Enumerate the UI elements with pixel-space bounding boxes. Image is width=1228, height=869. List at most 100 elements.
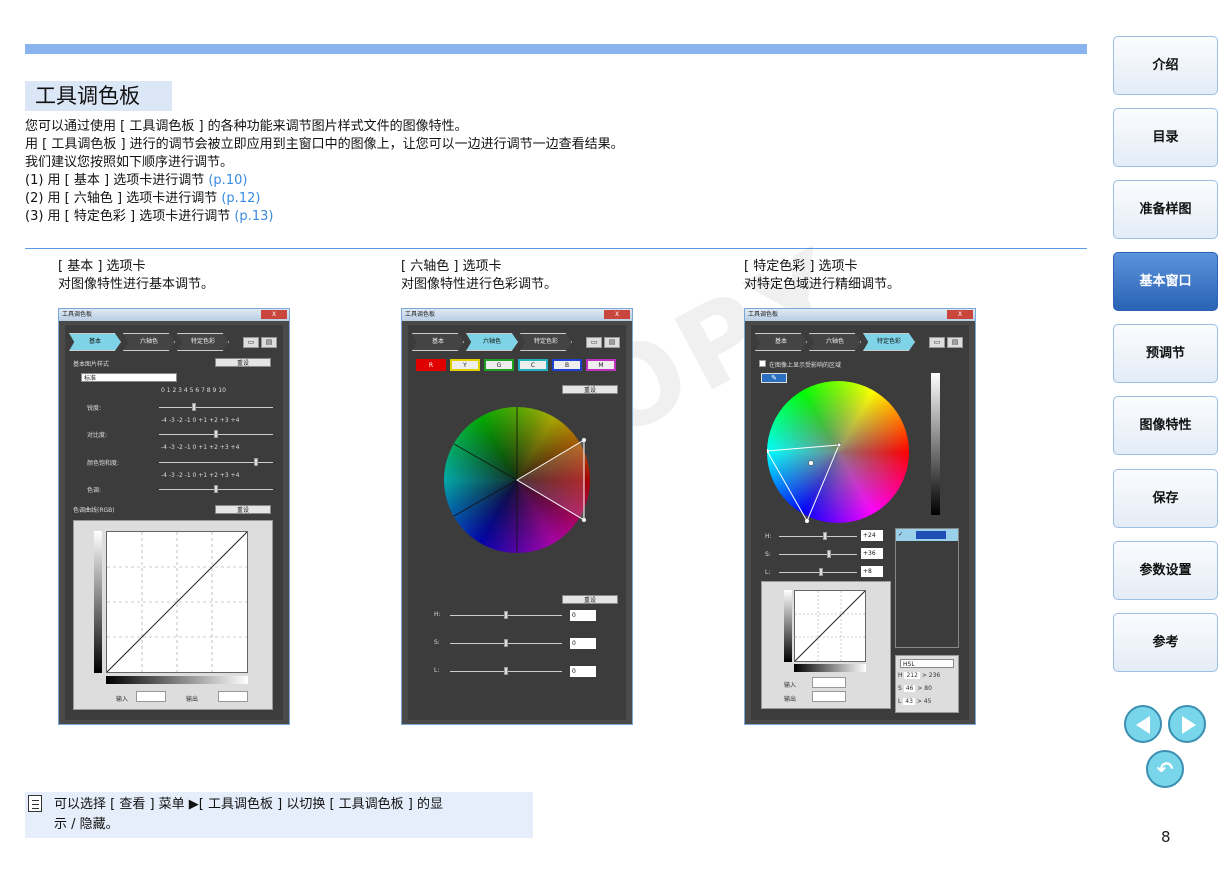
step-1: (1) 用 [ 基本 ] 选项卡进行调节 (p.10) [25,173,248,188]
color-list[interactable]: ✓ [895,528,959,648]
reset-button[interactable]: 重设 [215,358,271,367]
input-value-field[interactable] [812,677,846,688]
intro-line: 用 [ 工具调色板 ] 进行的调节会被立即应用到主窗口中的图像上，让您可以一边进… [25,137,624,152]
s-slider[interactable] [779,550,857,558]
return-button[interactable]: ↶ [1146,750,1184,788]
caption-specific: [ 特定色彩 ] 选项卡 对特定色域进行精细调节。 [744,259,901,292]
s-slider[interactable] [450,639,562,647]
hsl-readout-panel: HSL H 212 > 236 S 46 > 80 L 43 > 45 [895,655,959,713]
save-icon[interactable]: ▤ [947,337,963,348]
nav-intro[interactable]: 介绍 [1113,36,1218,95]
l-slider[interactable] [779,568,857,576]
step-2: (2) 用 [ 六轴色 ] 选项卡进行调节 (p.12) [25,191,261,206]
tab-sixaxis[interactable]: 六轴色 [123,333,175,351]
memo-icon [28,795,42,812]
top-accent-bar [25,44,1087,54]
hue-slider[interactable] [159,485,273,493]
next-page-button[interactable] [1168,705,1206,743]
tool-palette-basic: 工具调色板 X 基本 六轴色 特定色彩 ▭ ▤ 基本图片样式 重设 标准 0 1 … [58,308,290,725]
intro-line: 您可以通过使用 [ 工具调色板 ] 的各种功能来调节图片样式文件的图像特性。 [25,119,468,134]
s-value[interactable]: +36 [861,548,883,559]
tone-curve-panel: 输入 输出 [73,520,273,710]
l-slider[interactable] [450,667,562,675]
contrast-slider[interactable] [159,430,273,438]
color-button-r[interactable]: R [416,359,446,371]
tab-basic[interactable]: 基本 [412,333,464,351]
intro-line: 我们建议您按照如下顺序进行调节。 [25,155,234,170]
l-value[interactable]: +8 [861,566,883,577]
h-slider[interactable] [450,611,562,619]
save-icon[interactable]: ▤ [261,337,277,348]
tone-curve[interactable] [794,590,866,662]
note-line-2: 示 / 隐藏。 [54,817,119,832]
show-area-checkbox[interactable] [759,360,766,367]
h-slider[interactable] [779,532,857,540]
tab-basic[interactable]: 基本 [755,333,807,351]
window-title: 工具调色板 [59,309,289,321]
color-button-c[interactable]: C [518,359,548,371]
nav-prepare-samples[interactable]: 准备样图 [1113,180,1218,239]
reset-button[interactable]: 重设 [562,385,618,394]
arrow-right-icon [1182,716,1196,734]
style-label: 基本图片样式 [73,361,110,368]
tone-curve[interactable] [106,531,248,673]
intro-text: 您可以通过使用 [ 工具调色板 ] 的各种功能来调节图片样式文件的图像特性。 用… [25,118,624,226]
h-value[interactable]: +24 [861,530,883,541]
window-title: 工具调色板 [745,309,975,321]
tool-palette-sixaxis: 工具调色板 X 基本 六轴色 特定色彩 ▭ ▤ R Y G C B M 重设 重设… [401,308,633,725]
prev-page-button[interactable] [1124,705,1162,743]
tab-specific[interactable]: 特定色彩 [863,333,915,351]
list-item[interactable]: ✓ [896,529,958,541]
page-link-13[interactable]: (p.13) [234,209,273,224]
page-link-10[interactable]: (p.10) [208,173,247,188]
note-box: 可以选择 [ 查看 ] 菜单 ▶[ 工具调色板 ] 以切换 [ 工具调色板 ] … [25,792,533,838]
hue-color-wheel[interactable] [444,407,590,553]
mode-select[interactable]: HSL [900,659,954,668]
tab-sixaxis[interactable]: 六轴色 [466,333,518,351]
output-value-field[interactable] [812,691,846,702]
tab-basic[interactable]: 基本 [69,333,121,351]
step-3: (3) 用 [ 特定色彩 ] 选项卡进行调节 (p.13) [25,209,274,224]
hue-color-wheel[interactable] [767,381,909,523]
save-icon[interactable]: ▤ [604,337,620,348]
style-select[interactable]: 标准 [81,373,177,382]
close-button[interactable]: X [947,310,973,319]
close-button[interactable]: X [261,310,287,319]
close-button[interactable]: X [604,310,630,319]
tab-specific[interactable]: 特定色彩 [520,333,572,351]
s-value[interactable]: 0 [570,638,596,649]
open-icon[interactable]: ▭ [929,337,945,348]
open-icon[interactable]: ▭ [243,337,259,348]
color-button-y[interactable]: Y [450,359,480,371]
nav-contents[interactable]: 目录 [1113,108,1218,167]
tone-curve-panel: 输入 输出 [761,581,891,709]
note-line-1: 可以选择 [ 查看 ] 菜单 ▶[ 工具调色板 ] 以切换 [ 工具调色板 ] … [54,797,444,812]
luminance-bar[interactable] [931,373,940,515]
input-value-field[interactable] [136,691,166,702]
color-button-g[interactable]: G [484,359,514,371]
tool-palette-specific: 工具调色板 X 基本 六轴色 特定色彩 ▭ ▤ 在图像上显示受影响的区域 ✎ H:… [744,308,976,725]
page-number: 8 [1161,828,1171,846]
nav-preferences[interactable]: 参数设置 [1113,541,1218,600]
color-button-m[interactable]: M [586,359,616,371]
caption-sixaxis: [ 六轴色 ] 选项卡 对图像特性进行色彩调节。 [401,259,558,292]
open-icon[interactable]: ▭ [586,337,602,348]
window-title: 工具调色板 [402,309,632,321]
h-value[interactable]: 0 [570,610,596,621]
sharpness-slider[interactable] [159,403,273,411]
color-button-b[interactable]: B [552,359,582,371]
nav-preset-adjust[interactable]: 预调节 [1113,324,1218,383]
nav-save[interactable]: 保存 [1113,469,1218,528]
tab-sixaxis[interactable]: 六轴色 [809,333,861,351]
reset-hsl-button[interactable]: 重设 [562,595,618,604]
nav-reference[interactable]: 参考 [1113,613,1218,672]
output-value-field[interactable] [218,691,248,702]
reset-curve-button[interactable]: 重设 [215,505,271,514]
l-value[interactable]: 0 [570,666,596,677]
saturation-slider[interactable] [159,458,273,466]
nav-image-characteristics[interactable]: 图像特性 [1113,396,1218,455]
page-link-12[interactable]: (p.12) [221,191,260,206]
nav-basic-window[interactable]: 基本窗口 [1113,252,1218,311]
tab-specific[interactable]: 特定色彩 [177,333,229,351]
section-divider [25,248,1087,249]
